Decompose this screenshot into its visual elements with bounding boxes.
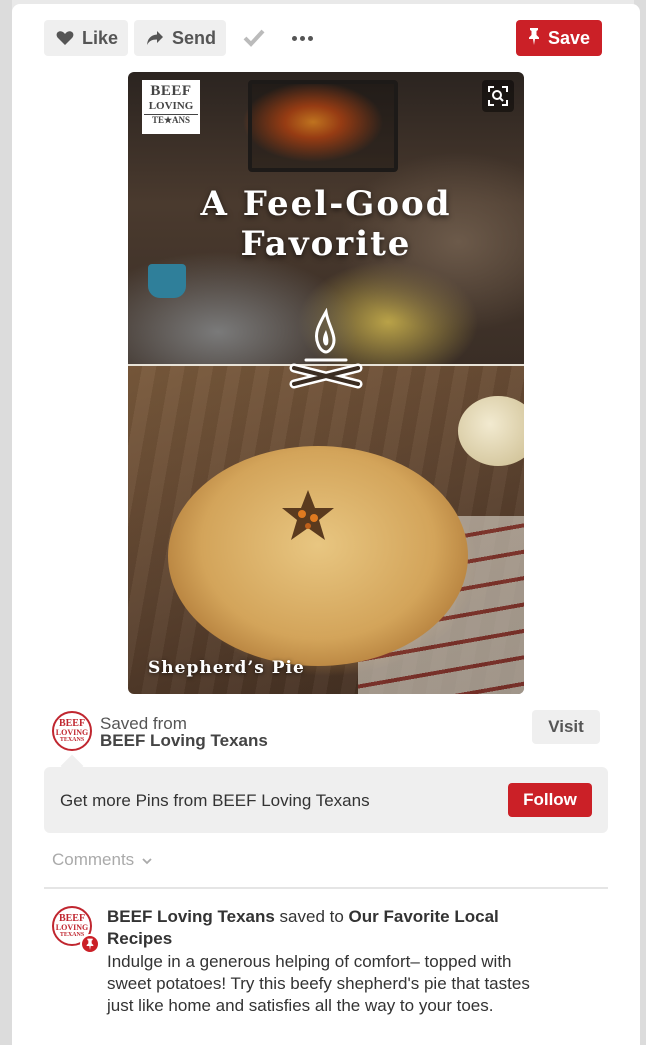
pin-badge-icon (80, 934, 100, 954)
pin-card: Like Send Save BEEF LOVING TE★ANS A Feel… (12, 4, 640, 1045)
divider-line (44, 887, 608, 889)
send-button[interactable]: Send (134, 20, 226, 56)
pin-caption: Shepherd’s Pie (148, 658, 305, 678)
source-avatar[interactable]: BEEF LOVING TEXANS (52, 711, 92, 751)
comments-toggle[interactable]: Comments (52, 850, 152, 870)
send-label: Send (172, 27, 217, 48)
pin-image[interactable]: BEEF LOVING TE★ANS A Feel-Good Favorite … (128, 72, 524, 694)
background-left (0, 0, 12, 1045)
onion (458, 396, 524, 466)
brand-logo: BEEF LOVING TE★ANS (142, 80, 200, 134)
pin-toolbar: Like Send Save (44, 20, 602, 56)
heart-icon (56, 30, 74, 46)
pin-headline: A Feel-Good Favorite (200, 184, 452, 264)
chevron-down-icon (142, 850, 152, 870)
more-dots-icon[interactable] (290, 26, 314, 50)
activity-user-link[interactable]: BEEF Loving Texans (107, 907, 275, 926)
activity-line: BEEF Loving Texans saved to Our Favorite… (107, 906, 547, 950)
wood-stove (248, 80, 398, 172)
follow-box: Get more Pins from BEEF Loving Texans Fo… (44, 767, 608, 833)
visit-button[interactable]: Visit (532, 710, 600, 744)
star-cutout (282, 490, 334, 540)
follow-text: Get more Pins from BEEF Loving Texans (60, 791, 370, 810)
comments-label: Comments (52, 850, 135, 869)
check-icon[interactable] (240, 24, 268, 52)
save-label: Save (547, 27, 591, 48)
pie-photo (128, 366, 524, 694)
shepherds-pie (168, 446, 468, 666)
like-button[interactable]: Like (44, 20, 128, 56)
pin-description: Indulge in a generous helping of comfort… (107, 952, 530, 1015)
save-button[interactable]: Save (516, 20, 602, 56)
source-name-link[interactable]: BEEF Loving Texans (100, 731, 268, 751)
like-label: Like (82, 27, 119, 48)
activity-action: saved to (274, 907, 349, 926)
send-arrow-icon (146, 30, 164, 46)
zoom-icon[interactable] (482, 80, 514, 112)
pin-icon (528, 27, 540, 50)
pinner-avatar[interactable]: BEEF LOVING TEXANS (52, 906, 100, 954)
mug (148, 264, 186, 298)
campfire-icon (289, 308, 363, 389)
follow-button[interactable]: Follow (508, 783, 592, 817)
